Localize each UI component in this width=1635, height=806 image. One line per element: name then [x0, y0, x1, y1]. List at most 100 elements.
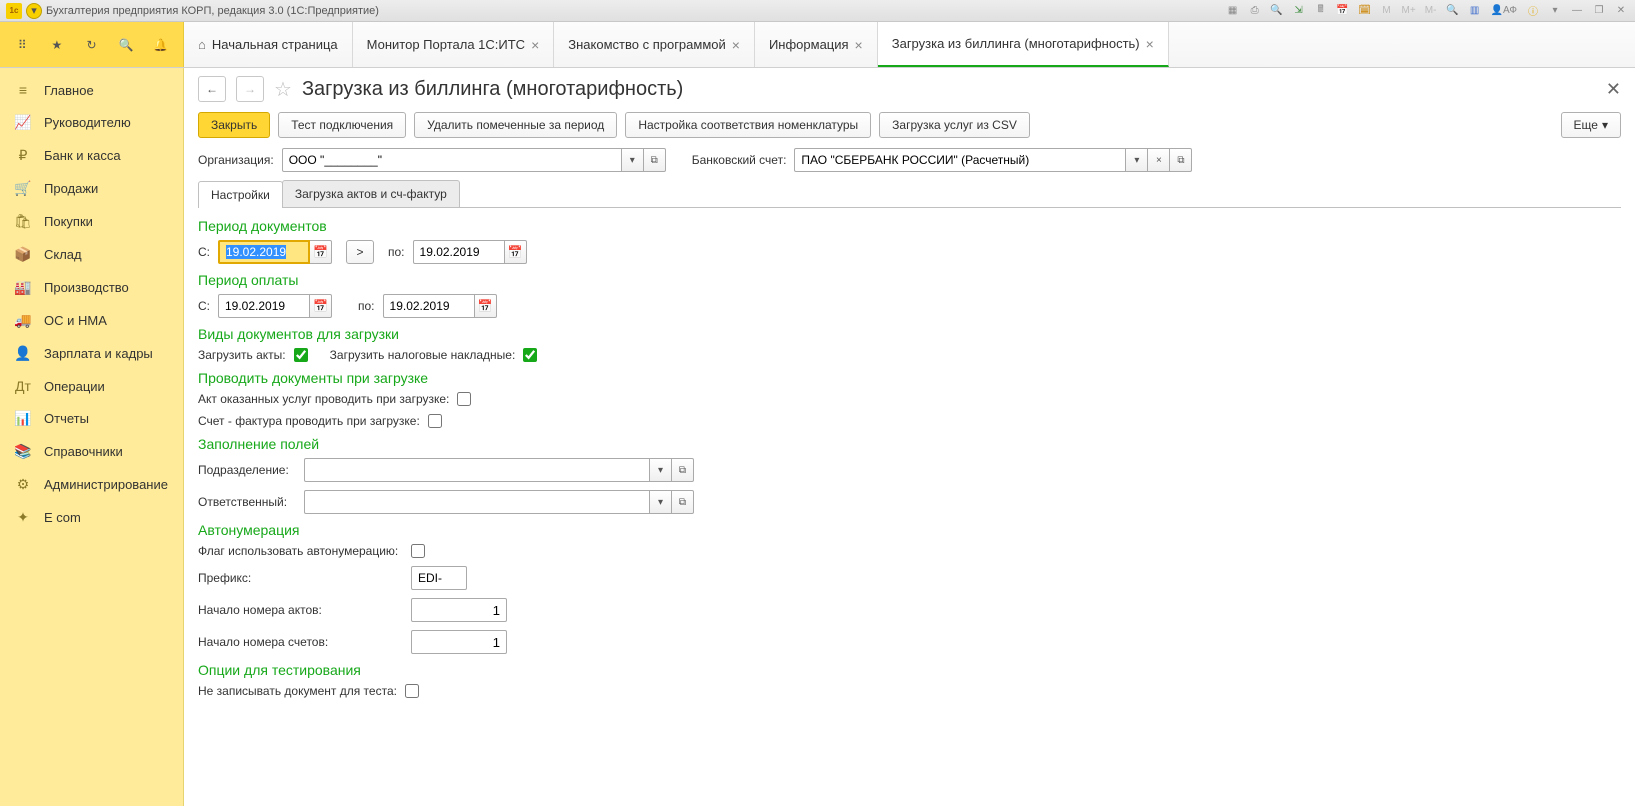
load-acts-checkbox[interactable] — [294, 348, 308, 362]
sidebar-item[interactable]: 🛍Покупки — [0, 205, 183, 238]
favorite-star-icon[interactable]: ☆ — [274, 77, 292, 102]
sidebar-item[interactable]: 👤Зарплата и кадры — [0, 337, 183, 370]
sidebar-item[interactable]: ₽Банк и касса — [0, 139, 183, 172]
nav-forward-button[interactable]: → — [236, 76, 264, 102]
org-open-icon[interactable]: ⧉ — [644, 148, 666, 172]
subtab-settings[interactable]: Настройки — [198, 181, 283, 208]
tb-calendar-icon[interactable]: 📅 — [1335, 3, 1351, 19]
sidebar-item[interactable]: ≡Главное — [0, 74, 183, 106]
tb-m-icon[interactable]: M — [1379, 3, 1395, 19]
apps-icon[interactable]: ⠿ — [14, 36, 31, 54]
autonum-flag-checkbox[interactable] — [411, 544, 425, 558]
delete-marked-button[interactable]: Удалить помеченные за период — [414, 112, 617, 138]
calendar-icon[interactable]: 📅 — [310, 240, 332, 264]
dropdown-icon[interactable]: ▾ — [26, 3, 42, 19]
post-acts-label: Акт оказанных услуг проводить при загруз… — [198, 392, 449, 406]
responsible-dropdown-icon[interactable]: ▾ — [650, 490, 672, 514]
organization-input[interactable] — [282, 148, 622, 172]
tb-schedule-icon[interactable]: 🗓 — [1357, 3, 1373, 19]
responsible-open-icon[interactable]: ⧉ — [672, 490, 694, 514]
sidebar-item-icon: 🚚 — [14, 312, 32, 329]
load-tax-checkbox[interactable] — [523, 348, 537, 362]
pay-period-to-input[interactable] — [383, 294, 475, 318]
tab-close-icon[interactable]: × — [531, 38, 539, 52]
doc-period-from-input[interactable] — [218, 240, 310, 264]
copy-date-button[interactable]: > — [346, 240, 374, 264]
main-tab[interactable]: Монитор Портала 1С:ИТС× — [353, 22, 555, 67]
nav-back-button[interactable]: ← — [198, 76, 226, 102]
tb-user[interactable]: 👤АФ — [1489, 3, 1519, 19]
window-restore-icon[interactable]: ❐ — [1591, 3, 1607, 19]
sidebar-item[interactable]: ⚙Администрирование — [0, 468, 183, 501]
department-combo[interactable] — [304, 458, 650, 482]
department-open-icon[interactable]: ⧉ — [672, 458, 694, 482]
pay-from-label: С: — [198, 299, 210, 313]
sidebar-item-icon: 👤 — [14, 345, 32, 362]
sidebar-item[interactable]: ✦E com — [0, 501, 183, 534]
tb-grid-icon[interactable]: ▦ — [1225, 3, 1241, 19]
main-tab[interactable]: ⌂Начальная страница — [184, 22, 353, 67]
more-button[interactable]: Еще ▾ — [1561, 112, 1621, 138]
tab-label: Начальная страница — [212, 37, 338, 52]
tab-close-icon[interactable]: × — [732, 38, 740, 52]
close-button[interactable]: Закрыть — [198, 112, 270, 138]
tb-zoom-icon[interactable]: 🔍 — [1445, 3, 1461, 19]
invoice-start-input[interactable] — [411, 630, 507, 654]
sidebar-item[interactable]: 🛒Продажи — [0, 172, 183, 205]
tab-close-icon[interactable]: × — [855, 38, 863, 52]
pay-period-from-input[interactable] — [218, 294, 310, 318]
tb-info-icon[interactable]: ⓘ — [1525, 3, 1541, 19]
responsible-combo[interactable] — [304, 490, 650, 514]
section-doc-period: Период документов — [198, 218, 1621, 234]
sidebar-item[interactable]: 📦Склад — [0, 238, 183, 271]
page-close-icon[interactable]: ✕ — [1606, 79, 1621, 100]
bank-open-icon[interactable]: ⧉ — [1170, 148, 1192, 172]
notifications-icon[interactable]: 🔔 — [152, 36, 169, 54]
doc-period-to-input[interactable] — [413, 240, 505, 264]
test-connection-button[interactable]: Тест подключения — [278, 112, 406, 138]
calendar-icon[interactable]: 📅 — [505, 240, 527, 264]
org-dropdown-icon[interactable]: ▾ — [622, 148, 644, 172]
bank-dropdown-icon[interactable]: ▾ — [1126, 148, 1148, 172]
post-acts-checkbox[interactable] — [457, 392, 471, 406]
favorite-icon[interactable]: ★ — [49, 36, 66, 54]
tb-print-icon[interactable]: ⎙ — [1247, 3, 1263, 19]
sidebar-item-icon: 🛒 — [14, 180, 32, 197]
acts-start-input[interactable] — [411, 598, 507, 622]
search-icon[interactable]: 🔍 — [118, 36, 135, 54]
calendar-icon[interactable]: 📅 — [475, 294, 497, 318]
calendar-icon[interactable]: 📅 — [310, 294, 332, 318]
bank-account-input[interactable] — [794, 148, 1126, 172]
load-csv-button[interactable]: Загрузка услуг из CSV — [879, 112, 1030, 138]
post-invoice-checkbox[interactable] — [428, 414, 442, 428]
main-tab[interactable]: Информация× — [755, 22, 878, 67]
section-pay-period: Период оплаты — [198, 272, 1621, 288]
sidebar-item[interactable]: 📊Отчеты — [0, 402, 183, 435]
main-tab[interactable]: Загрузка из биллинга (многотарифность)× — [878, 22, 1169, 67]
bank-clear-icon[interactable]: × — [1148, 148, 1170, 172]
tab-close-icon[interactable]: × — [1146, 37, 1154, 51]
tb-mminus-icon[interactable]: M- — [1423, 3, 1439, 19]
sidebar-item-label: Справочники — [44, 444, 123, 459]
main-tab[interactable]: Знакомство с программой× — [554, 22, 755, 67]
tb-search-icon[interactable]: 🔍 — [1269, 3, 1285, 19]
no-write-checkbox[interactable] — [405, 684, 419, 698]
sidebar-item[interactable]: ДтОперации — [0, 370, 183, 402]
nomenclature-map-button[interactable]: Настройка соответствия номенклатуры — [625, 112, 871, 138]
prefix-input[interactable] — [411, 566, 467, 590]
window-close-icon[interactable]: ✕ — [1613, 3, 1629, 19]
tb-panels-icon[interactable]: ▥ — [1467, 3, 1483, 19]
sidebar-item[interactable]: 🏭Производство — [0, 271, 183, 304]
subtab-load-acts[interactable]: Загрузка актов и сч-фактур — [282, 180, 460, 207]
sidebar-item[interactable]: 📈Руководителю — [0, 106, 183, 139]
sidebar-item[interactable]: 📚Справочники — [0, 435, 183, 468]
tb-calc-icon[interactable]: 🖩 — [1313, 3, 1329, 19]
history-icon[interactable]: ↻ — [83, 36, 100, 54]
window-minimize-icon[interactable]: — — [1569, 3, 1585, 19]
department-dropdown-icon[interactable]: ▾ — [650, 458, 672, 482]
tb-mplus-icon[interactable]: M+ — [1401, 3, 1417, 19]
tb-caret-icon[interactable]: ▾ — [1547, 3, 1563, 19]
sidebar-item[interactable]: 🚚ОС и НМА — [0, 304, 183, 337]
pay-to-label: по: — [358, 299, 375, 313]
tb-link-icon[interactable]: ⇲ — [1291, 3, 1307, 19]
